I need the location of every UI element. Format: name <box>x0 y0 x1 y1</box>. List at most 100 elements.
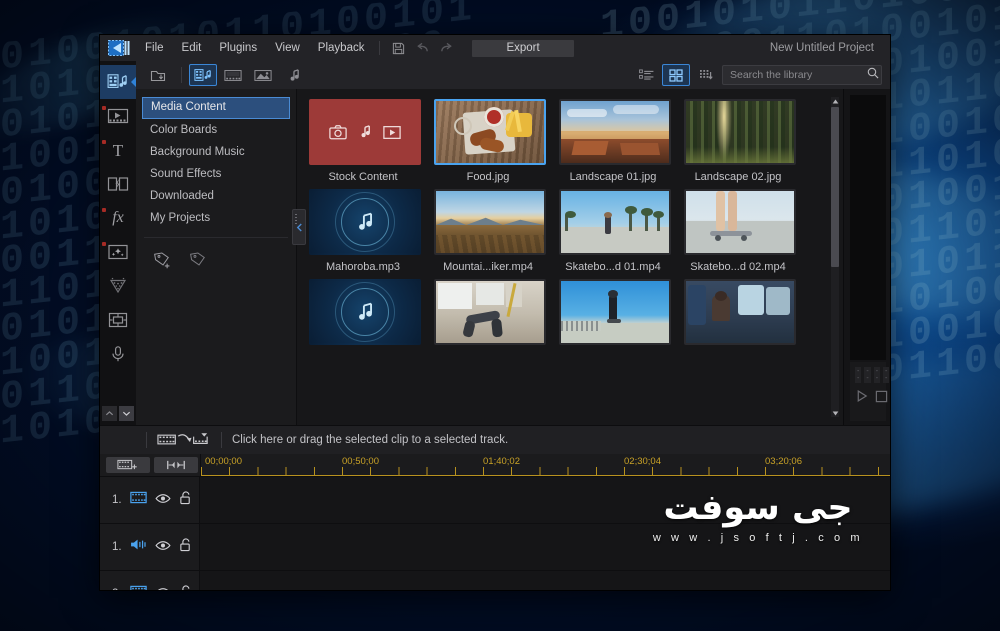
rail-item-effects[interactable]: fx <box>100 201 136 235</box>
scroll-up-icon[interactable] <box>831 97 839 105</box>
category-my-projects[interactable]: My Projects <box>142 207 290 229</box>
rail-item-voice-recorder[interactable] <box>100 337 136 371</box>
scroll-down-icon[interactable] <box>831 409 839 417</box>
media-item[interactable]: Mountai...iker.mp4 <box>434 189 546 273</box>
timeline-ruler[interactable]: 00;00;00 00;50;00 01;40;02 02;30;04 03;2… <box>200 454 890 476</box>
add-to-track-message: Click here or drag the selected clip to … <box>232 434 509 446</box>
audio-thumbnail[interactable] <box>309 189 421 255</box>
add-to-track-icon[interactable] <box>157 431 211 449</box>
train-thumbnail[interactable] <box>684 279 796 345</box>
media-item[interactable]: Landscape 02.jpg <box>684 99 796 183</box>
track-lane[interactable] <box>200 571 890 590</box>
media-item[interactable] <box>684 279 796 345</box>
media-item[interactable]: Food.jpg <box>434 99 546 183</box>
track-lane[interactable] <box>200 477 890 523</box>
category-downloaded[interactable]: Downloaded <box>142 185 290 207</box>
filter-video-icon[interactable] <box>219 64 247 86</box>
timecode-segment: -- <box>873 367 881 383</box>
table-row[interactable]: 1. <box>100 523 890 570</box>
rail-item-overlays[interactable] <box>100 235 136 269</box>
filter-music-icon[interactable] <box>279 64 307 86</box>
rail-item-video-templates[interactable] <box>100 99 136 133</box>
export-button[interactable]: Export <box>472 39 574 57</box>
add-tag-icon[interactable] <box>152 250 174 274</box>
landscape01-thumbnail[interactable] <box>559 99 671 165</box>
collapse-library-handle[interactable] <box>292 209 306 245</box>
media-item[interactable]: Mahoroba.mp3 <box>309 189 421 273</box>
library-scrollbar[interactable] <box>831 97 839 417</box>
scrollbar-thumb[interactable] <box>831 107 839 267</box>
audio-track-icon[interactable] <box>130 538 147 556</box>
media-item[interactable] <box>309 279 421 345</box>
menu-file[interactable]: File <box>136 35 173 61</box>
table-row[interactable]: 1. <box>100 476 890 523</box>
chevron-down-icon[interactable] <box>119 406 134 421</box>
chevron-up-icon[interactable] <box>102 406 117 421</box>
category-sound-effects[interactable]: Sound Effects <box>142 163 290 185</box>
video-track-icon[interactable] <box>129 491 147 509</box>
search-icon[interactable] <box>867 66 879 84</box>
add-track-icon[interactable] <box>106 457 150 473</box>
skateboard01-thumbnail[interactable] <box>559 189 671 255</box>
redo-icon[interactable] <box>437 39 455 57</box>
media-item[interactable]: Skatebo...d 02.mp4 <box>684 189 796 273</box>
category-media-content[interactable]: Media Content <box>142 97 290 119</box>
grid-view-icon[interactable] <box>662 64 690 86</box>
landscape02-thumbnail[interactable] <box>684 99 796 165</box>
unlock-icon[interactable] <box>179 490 192 510</box>
gym-thumbnail[interactable] <box>434 279 546 345</box>
media-row <box>309 279 843 345</box>
video-track-icon[interactable] <box>129 585 147 590</box>
media-item[interactable]: Stock Content <box>309 99 421 183</box>
category-color-boards[interactable]: Color Boards <box>142 119 290 141</box>
menu-plugins[interactable]: Plugins <box>210 35 266 61</box>
media-item[interactable]: Landscape 01.jpg <box>559 99 671 183</box>
track-number: 1. <box>112 541 122 553</box>
import-media-icon[interactable] <box>144 64 172 86</box>
menu-playback[interactable]: Playback <box>309 35 374 61</box>
eye-icon[interactable] <box>155 585 171 590</box>
stock-content-thumbnail[interactable] <box>309 99 421 165</box>
media-item[interactable] <box>434 279 546 345</box>
eye-icon[interactable] <box>155 491 171 509</box>
rail-item-media-library[interactable] <box>100 65 136 99</box>
eye-icon[interactable] <box>155 538 171 556</box>
table-row[interactable]: 2. <box>100 570 890 590</box>
media-label: Mountai...iker.mp4 <box>443 261 533 273</box>
music-note-icon <box>361 125 370 138</box>
pier-thumbnail[interactable] <box>559 279 671 345</box>
fit-timeline-icon[interactable] <box>154 457 198 473</box>
media-label: Skatebo...d 01.mp4 <box>565 261 661 273</box>
stop-icon[interactable] <box>875 390 888 408</box>
filter-photo-icon[interactable] <box>249 64 277 86</box>
unlock-icon[interactable] <box>179 537 192 557</box>
rail-item-particles[interactable] <box>100 269 136 303</box>
save-icon[interactable] <box>389 39 407 57</box>
audio-thumbnail[interactable] <box>309 279 421 345</box>
ruler-ticks <box>201 467 890 476</box>
search-input[interactable] <box>728 68 867 82</box>
play-icon[interactable] <box>855 389 869 408</box>
remove-tag-icon[interactable] <box>188 250 210 274</box>
mountain-thumbnail[interactable] <box>434 189 546 255</box>
audio-ring <box>341 288 389 336</box>
rail-item-transitions[interactable] <box>100 167 136 201</box>
undo-icon[interactable] <box>413 39 431 57</box>
track-lane[interactable] <box>200 524 890 570</box>
unlock-icon[interactable] <box>179 584 192 590</box>
rail-item-titles[interactable]: T <box>100 133 136 167</box>
search-box[interactable] <box>722 65 882 85</box>
media-item[interactable]: Skatebo...d 01.mp4 <box>559 189 671 273</box>
filter-all-media-icon[interactable] <box>189 64 217 86</box>
menu-divider <box>379 41 381 55</box>
food-thumbnail[interactable] <box>434 99 546 165</box>
skateboard02-thumbnail[interactable] <box>684 189 796 255</box>
sort-icon[interactable] <box>692 64 720 86</box>
menu-bar: File Edit Plugins View Playback Export N… <box>100 35 890 61</box>
media-item[interactable] <box>559 279 671 345</box>
rail-item-mask-designer[interactable] <box>100 303 136 337</box>
menu-view[interactable]: View <box>266 35 309 61</box>
list-view-icon[interactable] <box>632 64 660 86</box>
menu-edit[interactable]: Edit <box>173 35 211 61</box>
category-background-music[interactable]: Background Music <box>142 141 290 163</box>
